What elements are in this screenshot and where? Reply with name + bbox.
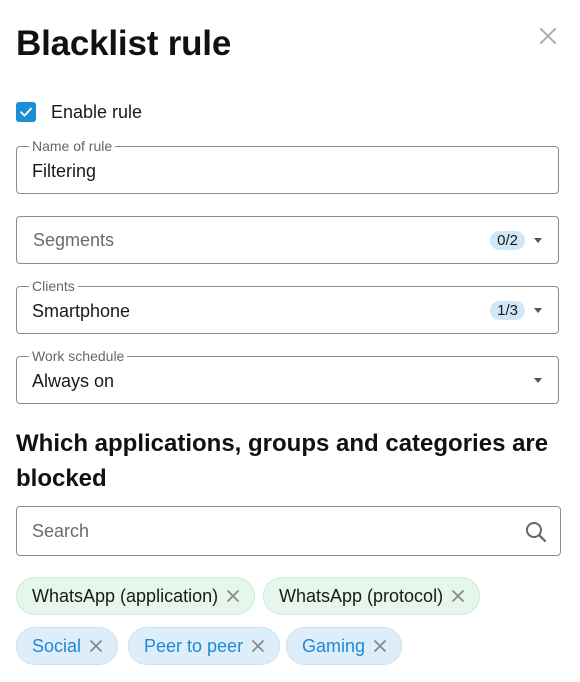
enable-rule-row: Enable rule [16, 101, 142, 123]
chip-label: Social [32, 635, 82, 656]
chevron-down-icon [534, 308, 542, 313]
chip-label: WhatsApp (application) [32, 585, 219, 606]
chevron-down-icon [534, 238, 542, 243]
close-icon[interactable] [251, 639, 265, 653]
blocked-search [16, 506, 561, 556]
blacklist-rule-dialog: Blacklist rule Enable rule Name of rule … [0, 0, 580, 682]
rule-name-field[interactable]: Name of rule Filtering [16, 138, 559, 194]
chip-whatsapp-protocol: WhatsApp (protocol) [263, 577, 481, 615]
chip-peer-to-peer: Peer to peer [128, 627, 281, 665]
clients-select[interactable]: Clients Smartphone 1/3 [16, 278, 559, 334]
chevron-down-icon [534, 378, 542, 383]
rule-name-legend: Name of rule [29, 138, 116, 154]
work-schedule-value: Always on [32, 371, 115, 391]
clients-value: Smartphone [32, 301, 131, 321]
search-input[interactable] [17, 507, 517, 555]
work-schedule-select[interactable]: Work schedule Always on [16, 348, 559, 404]
checkmark-icon [20, 107, 32, 117]
chip-label: Peer to peer [144, 635, 244, 656]
close-icon[interactable] [451, 589, 465, 603]
enable-rule-checkbox[interactable] [16, 102, 36, 122]
rule-name-value: Filtering [32, 161, 97, 181]
dialog-title: Blacklist rule [16, 24, 232, 63]
segments-select[interactable]: Segments 0/2 [16, 216, 559, 264]
work-schedule-legend: Work schedule [29, 348, 128, 364]
chip-social: Social [16, 627, 119, 665]
close-icon[interactable] [89, 639, 103, 653]
close-icon[interactable] [226, 589, 240, 603]
clients-legend: Clients [29, 278, 78, 294]
chip-gaming: Gaming [286, 627, 403, 665]
clients-count-badge: 1/3 [490, 301, 525, 320]
enable-rule-label: Enable rule [51, 101, 143, 122]
search-icon[interactable] [525, 521, 547, 543]
close-button[interactable] [536, 24, 560, 48]
close-icon [540, 28, 556, 44]
blocked-section-heading: Which applications, groups and categorie… [16, 430, 549, 492]
close-icon[interactable] [373, 639, 387, 653]
chip-label: Gaming [302, 635, 366, 656]
segments-placeholder: Segments [33, 230, 115, 250]
chip-whatsapp-application: WhatsApp (application) [16, 577, 256, 615]
segments-count-badge: 0/2 [490, 231, 525, 250]
chip-label: WhatsApp (protocol) [279, 585, 444, 606]
